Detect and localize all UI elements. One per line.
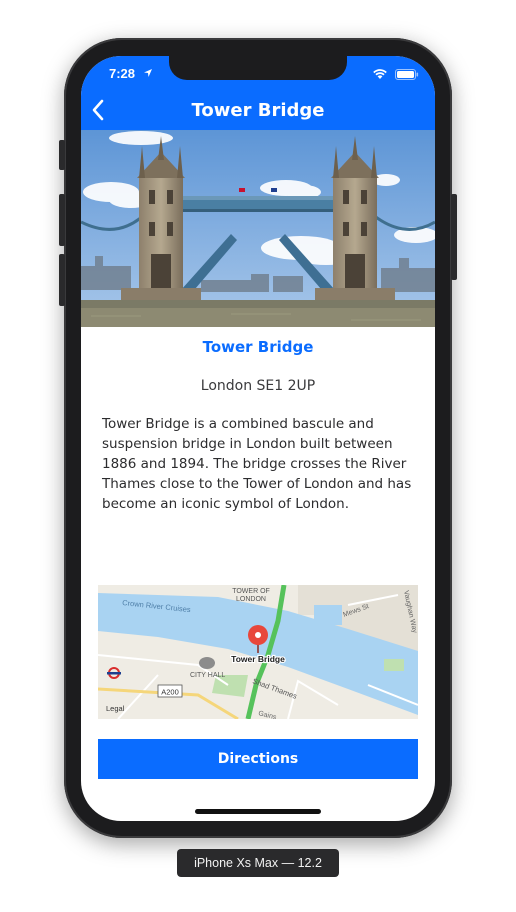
battery-icon <box>395 69 419 80</box>
map-legal-link[interactable]: Legal <box>106 704 125 713</box>
silent-switch <box>59 140 65 170</box>
map-pin-label: Tower Bridge <box>231 654 285 664</box>
screen: 7:28 Tower Bridge Tower Bridge London SE… <box>81 56 435 821</box>
wifi-icon <box>373 69 387 79</box>
map-label-a200: A200 <box>161 688 179 697</box>
power-button <box>451 194 457 280</box>
device-label: iPhone Xs Max — 12.2 <box>177 849 339 877</box>
nav-title: Tower Bridge <box>191 100 325 121</box>
camera-notch <box>169 56 347 80</box>
map-label-tower-of-london-2: LONDON <box>236 596 266 603</box>
map-label-city-hall: CITY HALL <box>190 672 225 679</box>
navigation-bar: 7:28 Tower Bridge <box>81 56 435 130</box>
map-label-tower-of-london-1: TOWER OF <box>232 588 270 595</box>
volume-up-button <box>59 194 65 246</box>
landmark-photo <box>81 130 435 327</box>
landmark-description: Tower Bridge is a combined bascule and s… <box>102 416 412 512</box>
landmark-address: London SE1 2UP <box>200 378 316 394</box>
landmark-name: Tower Bridge <box>202 338 314 356</box>
volume-down-button <box>59 254 65 306</box>
location-arrow-icon <box>144 69 152 77</box>
status-time: 7:28 <box>109 66 136 81</box>
directions-button[interactable]: Directions <box>98 739 418 779</box>
home-indicator[interactable] <box>195 809 321 814</box>
map-view[interactable]: A200 TOWER OF LONDON Crown River Cruises… <box>98 585 418 719</box>
